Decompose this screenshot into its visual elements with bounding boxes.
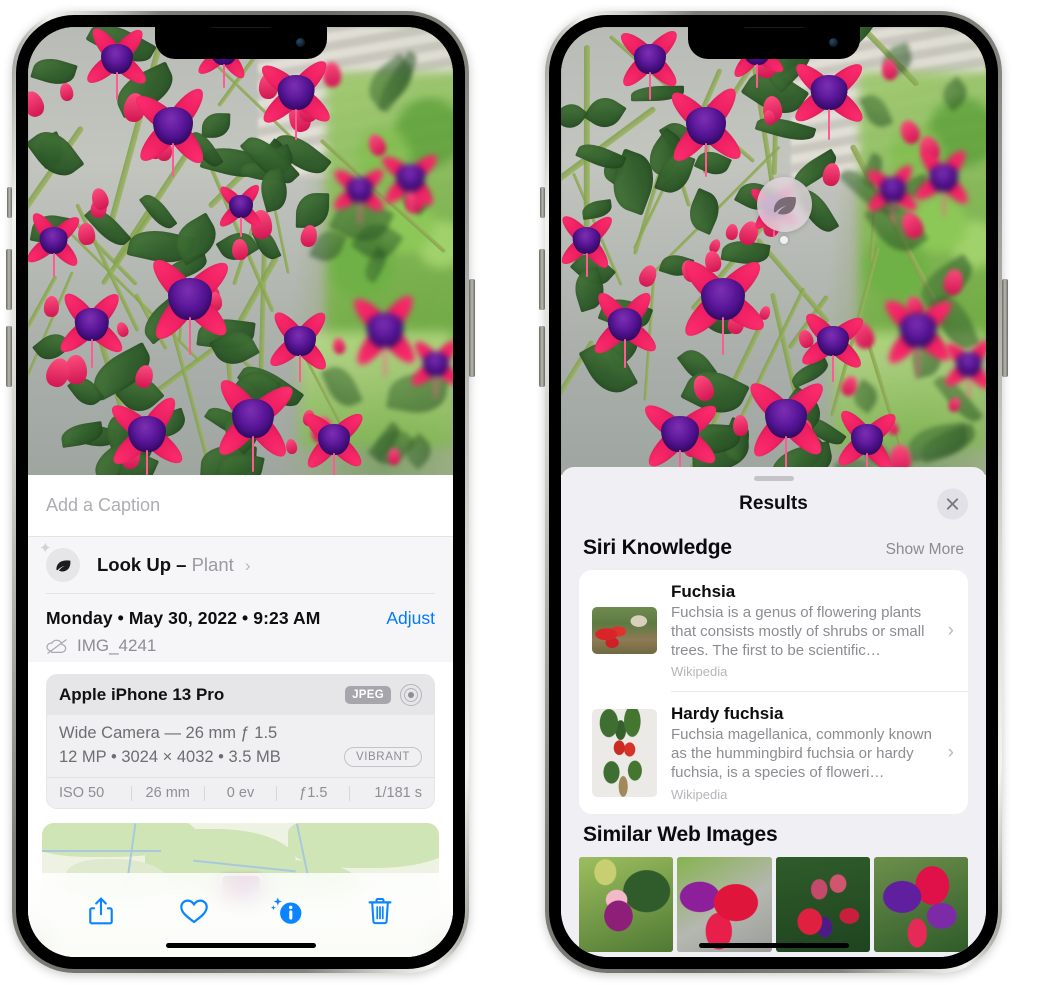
photo-viewer[interactable]	[28, 27, 453, 475]
sparkle-icon: ✦	[39, 540, 52, 557]
info-sparkle-icon	[271, 897, 302, 924]
heart-icon	[180, 899, 208, 924]
photo-viewer[interactable]	[561, 27, 986, 475]
adjust-button[interactable]: Adjust	[386, 608, 435, 629]
knowledge-item-description: Fuchsia is a genus of flowering plants t…	[671, 604, 925, 659]
device-notch	[687, 27, 860, 59]
web-image-tile[interactable]	[873, 856, 968, 952]
results-title: Results	[739, 493, 808, 514]
camera-card-header: Apple iPhone 13 Pro JPEG	[47, 675, 434, 715]
front-camera	[295, 38, 305, 47]
share-button[interactable]	[78, 889, 124, 933]
fuchsia-thumbnail	[592, 607, 657, 655]
mute-switch[interactable]	[7, 187, 12, 218]
caption-input[interactable]: Add a Caption	[28, 475, 453, 537]
device-bezel: Results Siri Knowledge Show More Fuchsia…	[549, 15, 998, 969]
exif-iso: ISO 50	[59, 785, 105, 801]
siri-knowledge-title: Siri Knowledge	[583, 536, 732, 559]
knowledge-item-name: Hardy fuchsia	[671, 704, 784, 724]
icloud-slash-icon	[46, 638, 67, 654]
results-sheet: Results Siri Knowledge Show More Fuchsia…	[561, 467, 986, 957]
leaf-icon: ✦	[39, 541, 80, 582]
format-badge: JPEG	[345, 686, 391, 704]
hardy-fuchsia-thumbnail	[592, 708, 657, 797]
look-up-title: Look Up	[97, 554, 171, 575]
device-notch	[154, 27, 327, 59]
look-up-dash: –	[176, 554, 187, 575]
show-more-button[interactable]: Show More	[886, 541, 964, 559]
knowledge-item-source: Wikipedia	[671, 786, 728, 802]
leaf-icon	[773, 196, 796, 214]
similar-web-images-row	[561, 856, 986, 952]
favorite-button[interactable]	[171, 889, 217, 933]
visual-look-up-badge[interactable]	[757, 177, 812, 232]
look-up-subject: Plant	[191, 554, 234, 575]
knowledge-item-description: Fuchsia magellanica, commonly known as t…	[671, 726, 932, 781]
web-image-tile[interactable]	[775, 856, 870, 952]
trash-icon	[368, 897, 392, 925]
volume-down-button[interactable]	[539, 326, 545, 387]
earpiece-speaker	[208, 27, 273, 28]
caption-placeholder: Add a Caption	[46, 495, 161, 515]
camera-card-body: Wide Camera — 26 mm ƒ 1.5 12 MP • 3024 ×…	[47, 715, 434, 777]
iphone-right-device: Results Siri Knowledge Show More Fuchsia…	[539, 11, 1008, 973]
home-indicator[interactable]	[698, 943, 849, 948]
similar-web-images-title: Similar Web Images	[583, 822, 778, 846]
results-header: Results	[561, 481, 986, 527]
power-button[interactable]	[1002, 279, 1008, 377]
knowledge-item[interactable]: Hardy fuchsia Fuchsia magellanica, commo…	[579, 692, 968, 813]
info-button[interactable]	[264, 889, 310, 933]
exif-focal: 26 mm	[145, 785, 190, 801]
camera-info-card[interactable]: Apple iPhone 13 Pro JPEG Wide Camera — 2…	[46, 674, 435, 809]
exif-ev: 0 ev	[226, 785, 255, 801]
camera-device-name: Apple iPhone 13 Pro	[59, 685, 225, 704]
home-indicator[interactable]	[165, 943, 316, 948]
knowledge-item-name: Fuchsia	[671, 582, 736, 601]
chevron-right-icon: ›	[244, 556, 251, 575]
close-icon	[946, 498, 959, 510]
look-up-section: ✦ Look Up – Plant ›	[28, 537, 453, 594]
chevron-right-icon: ›	[947, 741, 954, 763]
filename-row: IMG_4241	[46, 636, 435, 656]
aperture-icon	[400, 684, 422, 706]
knowledge-item-source: Wikipedia	[671, 664, 728, 680]
exif-row: ISO 50 26 mm 0 ev ƒ1.5 1/181 s	[47, 777, 434, 808]
photographic-style-badge: VIBRANT	[343, 747, 422, 767]
share-icon	[88, 897, 113, 925]
iphone-left-device: Add a Caption ✦ Look Up – Plant › Monday…	[6, 11, 475, 973]
metadata-section: Monday • May 30, 2022 • 9:23 AM Adjust I…	[28, 594, 453, 662]
device-bezel: Add a Caption ✦ Look Up – Plant › Monday…	[16, 15, 465, 969]
resolution-info: 12 MP • 3024 × 4032 • 3.5 MB	[59, 747, 281, 766]
volume-up-button[interactable]	[539, 249, 545, 310]
exif-shutter: 1/181 s	[374, 785, 422, 801]
delete-button[interactable]	[357, 889, 403, 933]
visual-look-up-anchor-dot	[780, 236, 788, 244]
lens-info: Wide Camera — 26 mm ƒ 1.5	[59, 724, 278, 742]
photo-info-sheet: Add a Caption ✦ Look Up – Plant › Monday…	[28, 475, 453, 957]
siri-knowledge-header: Siri Knowledge Show More	[561, 527, 986, 570]
look-up-label: Look Up – Plant ›	[97, 554, 251, 576]
right-screen: Results Siri Knowledge Show More Fuchsia…	[561, 27, 986, 957]
mute-switch[interactable]	[540, 187, 545, 218]
close-button[interactable]	[937, 488, 968, 520]
front-camera	[828, 38, 838, 47]
exif-aperture: ƒ1.5	[299, 785, 328, 801]
power-button[interactable]	[469, 279, 475, 377]
similar-web-images-header: Similar Web Images	[561, 814, 986, 855]
web-image-tile[interactable]	[677, 856, 772, 952]
volume-down-button[interactable]	[6, 326, 12, 387]
knowledge-item[interactable]: Fuchsia Fuchsia is a genus of flowering …	[579, 570, 968, 691]
filename-text: IMG_4241	[77, 636, 157, 655]
capture-date: Monday • May 30, 2022 • 9:23 AM	[46, 608, 321, 628]
look-up-row[interactable]: ✦ Look Up – Plant ›	[39, 537, 435, 593]
screenshot-stage: Add a Caption ✦ Look Up – Plant › Monday…	[0, 0, 1055, 985]
left-screen: Add a Caption ✦ Look Up – Plant › Monday…	[28, 27, 453, 957]
siri-knowledge-card: Fuchsia Fuchsia is a genus of flowering …	[579, 570, 968, 814]
volume-up-button[interactable]	[6, 249, 12, 310]
web-image-tile[interactable]	[579, 856, 674, 952]
chevron-right-icon: ›	[947, 619, 954, 641]
earpiece-speaker	[741, 27, 806, 28]
